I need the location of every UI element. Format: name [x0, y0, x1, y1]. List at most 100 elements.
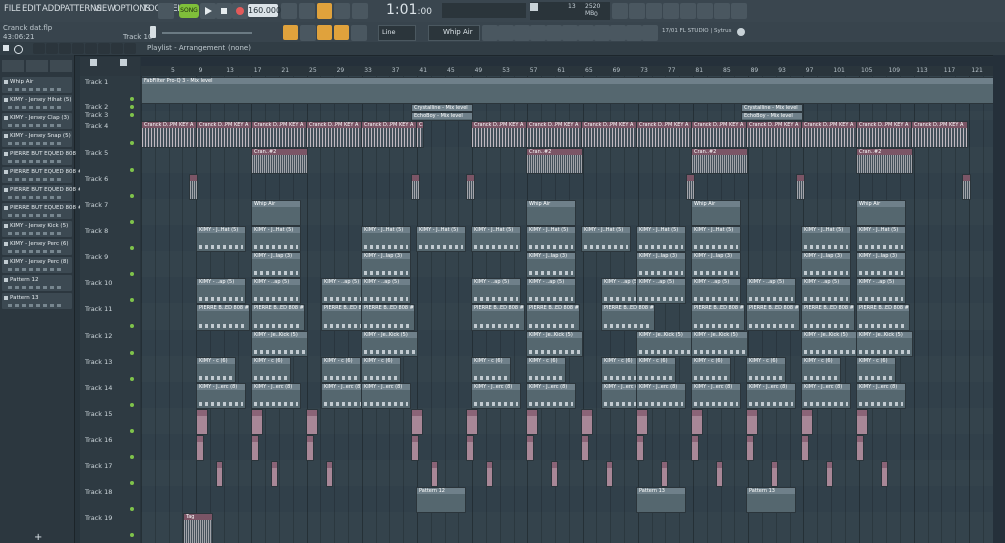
playlist-clip[interactable] [826, 461, 833, 487]
tempo-display[interactable]: 160.000 [248, 4, 281, 17]
playlist-clip[interactable]: PIERRE B..ED 808 #4 [526, 304, 580, 331]
playlist-clip[interactable]: Pattern 12 [416, 487, 466, 513]
playlist-clip[interactable]: KIMY - ..ap (5) [361, 278, 411, 304]
menu-item-add[interactable]: ADD [42, 4, 61, 14]
playlist-clip[interactable]: KIMY - J..Hat (5) [691, 226, 741, 252]
track-enable-icon[interactable] [130, 351, 134, 355]
track-enable-icon[interactable] [130, 141, 134, 145]
help-icon[interactable] [663, 3, 679, 19]
playlist-clip[interactable]: KIMY - J..lap (3) [361, 252, 411, 278]
playlist-clip[interactable]: KIMY - ..ap (5) [746, 278, 796, 304]
pattern-item[interactable]: Pattern 12 [2, 275, 72, 291]
playlist-clip[interactable]: KIMY - J..Hat (5) [581, 226, 631, 252]
playlist-clip[interactable]: Cranck D..PM KEY A [251, 121, 308, 148]
playlist-clip[interactable]: KIMY - J..lap (3) [636, 252, 686, 278]
loop-record-icon[interactable] [334, 3, 350, 19]
playlist-clip[interactable]: KIMY - J..Hat (5) [196, 226, 246, 252]
playlist-clip[interactable] [581, 435, 589, 461]
pattern-song-toggle-icon[interactable] [158, 3, 174, 19]
track-enable-icon[interactable] [130, 113, 134, 117]
playlist-clip[interactable]: EchoBoy - Mix level [411, 112, 473, 121]
countdown-icon[interactable] [299, 3, 315, 19]
menu-item-edit[interactable]: EDIT [22, 4, 41, 14]
playlist-clip[interactable] [431, 461, 438, 487]
playlist-clip[interactable]: Cranck D..PM KEY A [526, 121, 583, 148]
playlist-clip[interactable] [466, 409, 478, 435]
playlist-clip[interactable]: KIMY - J..erc (8) [636, 383, 686, 409]
playlist-clip[interactable] [686, 174, 695, 200]
playlist-clip[interactable]: KIMY - ..ap (5) [636, 278, 686, 304]
playlist-clip[interactable]: Cranck D..PM KEY A [141, 121, 198, 148]
slip-tool-icon[interactable] [85, 43, 97, 54]
tempo-tap-icon[interactable] [498, 25, 514, 41]
playlist-clip[interactable]: KIMY - c (6) [526, 357, 566, 383]
playlist-clip[interactable]: Cran..#2 [691, 148, 748, 174]
playlist-clip[interactable]: PIERRE B..ED 808 #4 [746, 304, 800, 331]
playlist-clip[interactable]: Cran..#2 [856, 148, 913, 174]
step-edit-icon[interactable] [352, 3, 368, 19]
playlist-clip[interactable]: Pattern 13 [746, 487, 796, 513]
playlist-clip[interactable]: Cranck D..PM KEY A [636, 121, 693, 148]
horizontal-scrollbar[interactable] [141, 57, 993, 66]
zoom-tool-icon[interactable] [111, 43, 123, 54]
vertical-scrollbar[interactable] [993, 55, 1005, 543]
patterns-icon[interactable] [2, 60, 24, 72]
pattern-item[interactable]: KIMY - Jersey Clap (3) [2, 113, 72, 129]
track-lane[interactable] [141, 434, 993, 461]
track-enable-icon[interactable] [130, 298, 134, 302]
playlist-clip[interactable] [411, 409, 423, 435]
playlist-clip[interactable] [466, 174, 475, 200]
playlist-clip[interactable] [486, 461, 493, 487]
playlist-clip[interactable]: KIMY - ..ap (5) [691, 278, 741, 304]
playlist-clip[interactable]: Cranck D..PM KEY A [306, 121, 363, 148]
playlist-clip[interactable] [251, 409, 263, 435]
master-volume-knob[interactable] [150, 26, 156, 38]
wait-for-input-icon[interactable] [317, 3, 332, 19]
playlist-clip[interactable]: Cranck D..PM KEY A [856, 121, 913, 148]
menu-item-view[interactable]: VIEW [94, 4, 115, 14]
playlist-clip[interactable]: Cranck D..PM KEY A [361, 121, 418, 148]
mixer-shortcut-icon[interactable] [562, 25, 578, 41]
playlist-clip[interactable] [636, 409, 648, 435]
channel-tools-icon[interactable] [546, 25, 562, 41]
playlist-clip[interactable] [306, 435, 314, 461]
playlist-clip[interactable] [771, 461, 778, 487]
track-enable-icon[interactable] [130, 507, 134, 511]
pattern-item[interactable]: KIMY - Jersey Hihat (5) [2, 95, 72, 111]
playlist-clip[interactable]: KIMY - ..ap (5) [251, 278, 301, 304]
menu-item-file[interactable]: FILE [4, 4, 21, 14]
browser-icon[interactable] [351, 25, 367, 41]
playlist-clip[interactable]: KIMY - ..ap (5) [196, 278, 246, 304]
playlist-clip[interactable]: FabFilter Pro-Q 3 - Mix level [141, 77, 993, 104]
pattern-item[interactable]: PIERRE BUT EQUED 808 #4 [2, 167, 86, 183]
playlist-clip[interactable] [661, 461, 668, 487]
playlist-clip[interactable]: KIMY - c (6) [321, 357, 361, 383]
playlist-clip[interactable]: KIMY - c (6) [471, 357, 511, 383]
playlist-clip[interactable]: KIMY - ..ap (5) [526, 278, 576, 304]
magic-wand-icon[interactable] [629, 3, 645, 19]
playlist-clip[interactable] [216, 461, 223, 487]
playlist-clip[interactable]: KIMY - Je..Kick (5) [636, 331, 693, 357]
pattern-item[interactable]: KIMY - Jersey Snap (5) [2, 131, 72, 147]
playlist-clip[interactable] [801, 409, 813, 435]
mic-icon[interactable] [646, 3, 662, 19]
master-pitch-slider[interactable] [162, 32, 252, 34]
playlist-clip[interactable]: Cranck D..PM KEY A [416, 121, 424, 148]
pattern-item[interactable]: KIMY - Jersey Perc (6) [2, 239, 72, 255]
sampler-icon[interactable] [578, 25, 594, 41]
track-enable-icon[interactable] [130, 455, 134, 459]
mixer-icon[interactable] [317, 25, 332, 40]
playlist-clip[interactable]: KIMY - Je..Kick (5) [856, 331, 913, 357]
playlist-clip[interactable]: Cranck D..PM KEY A [196, 121, 253, 148]
song-mode-button[interactable]: SONG [179, 4, 199, 18]
track-enable-icon[interactable] [130, 220, 134, 224]
play-arrow-icon[interactable] [3, 45, 9, 51]
playlist-clip[interactable]: Pattern 13 [636, 487, 686, 513]
playlist-clip[interactable] [746, 409, 758, 435]
playlist-clip[interactable]: KIMY - J..Hat (5) [636, 226, 686, 252]
playlist-clip[interactable]: KIMY - J..erc (8) [691, 383, 741, 409]
playlist-clip[interactable] [606, 461, 613, 487]
playlist-clip[interactable]: PIERRE B..ED 808 #4 [601, 304, 655, 331]
pattern-picker-icon[interactable] [530, 25, 546, 41]
playlist-clip[interactable] [196, 409, 208, 435]
